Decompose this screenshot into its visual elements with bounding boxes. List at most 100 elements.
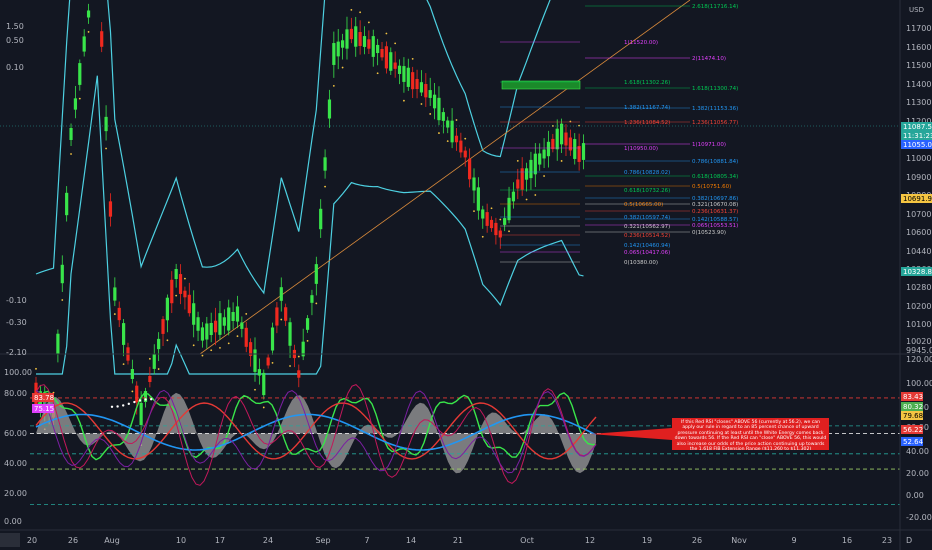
left-axis-label: -2.10 (6, 348, 27, 357)
candle-body (178, 274, 183, 294)
timeframe-label[interactable]: D (906, 536, 912, 545)
sar-dot (411, 57, 414, 60)
candle-body (581, 143, 586, 160)
sar-dot (455, 119, 458, 121)
candle-body (100, 31, 104, 47)
candle-body (108, 201, 113, 217)
sar-dot (367, 21, 370, 24)
fib-mid-label: 0.382(10597.74) (624, 215, 670, 221)
candle-body (419, 82, 424, 93)
candle-body (520, 168, 524, 190)
sar-dot (210, 349, 213, 352)
candle-body (323, 157, 327, 171)
time-axis-label: 24 (263, 536, 273, 545)
candle-body (231, 312, 235, 321)
candle-body (546, 141, 551, 157)
candle-body (187, 294, 191, 314)
trading-chart[interactable]: 1(11520.00)1.618(11302.26)1.382(11167.74… (0, 0, 932, 550)
fib-right-label: 0(10523.90) (692, 230, 726, 236)
candle-body (489, 219, 494, 229)
fib-right-label: 1.236(11056.77) (692, 120, 738, 126)
sar-dot (376, 72, 379, 75)
candle-body (437, 97, 441, 121)
candle-body (253, 349, 257, 372)
osc-left-label: 100.00 (4, 368, 32, 377)
rsi-dot (150, 398, 153, 401)
sar-dot (236, 335, 239, 338)
sar-dot (499, 218, 502, 221)
sar-dot (201, 354, 204, 357)
candle-body (341, 40, 345, 48)
time-axis-label: 26 (692, 536, 702, 545)
candle-body (468, 158, 472, 180)
time-axis-label: 16 (842, 536, 852, 545)
time-axis-label: 26 (68, 536, 78, 545)
sar-dot (403, 99, 405, 102)
fib-mid-label: 0.786(10828.02) (624, 170, 670, 176)
sar-dot (534, 194, 537, 196)
candle-body (564, 132, 568, 146)
sar-dot (227, 342, 230, 345)
price-axis-label: 10280.00 (906, 283, 932, 292)
candle-body (380, 48, 384, 58)
candle-body (406, 67, 410, 87)
sar-dot (166, 339, 169, 342)
osc-left-label: 20.00 (4, 489, 27, 498)
candle-body (205, 323, 209, 340)
candle-body (257, 369, 261, 376)
price-axis-label: 10020.00 (906, 337, 932, 346)
upper-bollinger-band (35, 0, 551, 295)
fib-right-label: 1.618(11300.74) (692, 86, 738, 92)
sar-dot (70, 153, 72, 155)
fib-right-label: 0.236(10631.37) (692, 209, 738, 215)
candle-body (174, 268, 178, 280)
candle-body (454, 135, 459, 143)
candle-body (297, 370, 301, 378)
candle-body (113, 287, 117, 301)
sar-dot (219, 346, 221, 349)
price-tag-label: 10691.91 (903, 195, 932, 203)
candle-body (56, 333, 60, 355)
candle-body (472, 177, 476, 191)
sar-dot (131, 390, 134, 393)
time-axis-cursor (0, 533, 20, 547)
sar-dot (341, 66, 344, 69)
time-axis-label: 9 (791, 536, 796, 545)
sar-dot (289, 365, 291, 367)
price-axis-label: 11600.00 (906, 43, 932, 52)
annotation-note[interactable]: If this Red RSI "closes" ABOVE 56 (curre… (672, 418, 829, 450)
sar-dot (87, 31, 90, 33)
sar-dot (315, 302, 318, 305)
fib-mid-label: 1(11520.00) (624, 40, 658, 46)
left-axis-label: 1.50 (6, 22, 24, 31)
candle-body (415, 78, 419, 90)
fib-mid-label: 1.236(11084.52) (624, 120, 670, 126)
candle-body (354, 26, 358, 47)
sar-dot (420, 103, 423, 105)
candle-body (476, 187, 480, 211)
candle-body (345, 29, 349, 49)
osc-right-tag-label: 56.22 (903, 426, 923, 434)
price-axis-label: 11500.00 (906, 61, 932, 70)
candle-body (560, 123, 564, 145)
sar-dot (508, 230, 510, 233)
candle-body (213, 320, 218, 333)
price-axis-label: 10100.00 (906, 320, 932, 329)
price-tag-label: 11:31:23 (903, 132, 932, 140)
osc-left-tag-label: 83.78 (34, 394, 54, 402)
osc-right-label: 120.00 (906, 355, 932, 364)
time-axis-label: 10 (176, 536, 186, 545)
time-axis-label: 19 (642, 536, 652, 545)
osc-right-label: -20.00 (906, 513, 932, 522)
candle-body (336, 41, 340, 57)
candle-body (538, 153, 542, 165)
rsi-dot (127, 402, 130, 406)
osc-left-label: 40.00 (4, 459, 27, 468)
price-pane[interactable]: 1(11520.00)1.618(11302.26)1.382(11167.74… (0, 0, 900, 446)
candle-body (305, 318, 310, 330)
sar-dot (350, 8, 353, 11)
sar-dot (157, 368, 160, 370)
energy-area (36, 392, 596, 474)
candle-body (402, 66, 406, 82)
candle-body (139, 402, 143, 426)
